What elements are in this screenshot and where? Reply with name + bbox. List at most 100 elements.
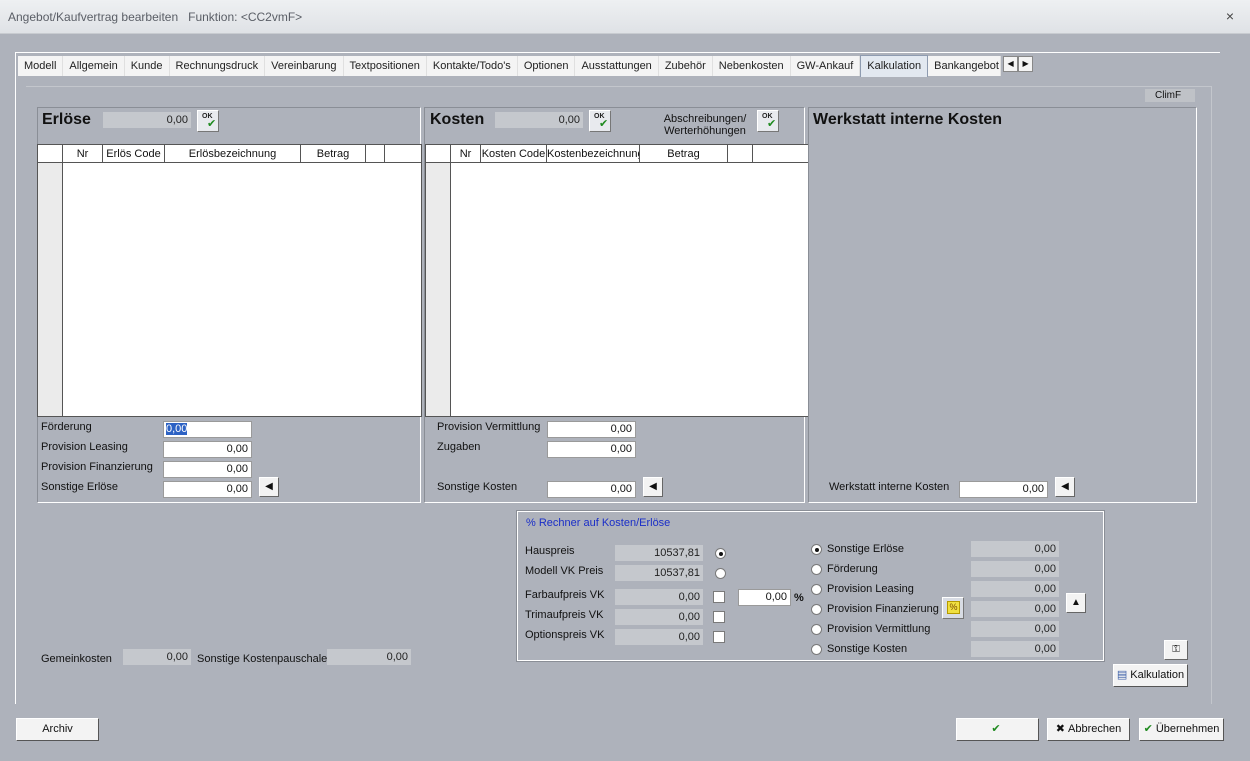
title-bar: Angebot/Kaufvertrag bearbeiten Funktion: …	[0, 0, 1250, 34]
check-icon: ✔	[1143, 723, 1153, 735]
col-header: Erlösbezeichnung	[165, 145, 301, 163]
tab-8[interactable]: Ausstattungen	[575, 56, 659, 76]
werkstatt-label: Werkstatt interne Kosten	[829, 481, 950, 493]
check-icon: ✔	[599, 118, 609, 130]
kosten-total: 0,00	[495, 112, 583, 128]
erloese-total: 0,00	[103, 112, 191, 128]
calc-right-radio[interactable]	[811, 644, 822, 655]
calc-right-radio[interactable]	[811, 604, 822, 615]
calc-right-radio[interactable]	[811, 624, 822, 635]
tab-11[interactable]: GW-Ankauf	[790, 56, 861, 76]
col-header: Betrag	[640, 145, 728, 163]
tab-scroll-right-icon[interactable]: ▶	[1018, 56, 1034, 72]
key-button[interactable]: ⚿	[1164, 640, 1188, 660]
tab-6[interactable]: Kontakte/Todo's	[426, 56, 518, 76]
sonstige-kosten-input[interactable]: 0,00	[547, 481, 636, 498]
foerderung-input[interactable]: 0,00	[163, 421, 252, 438]
erloese-ok-button[interactable]: OK ✔	[197, 110, 219, 132]
col-header: Nr	[63, 145, 103, 163]
provision-leasing-input[interactable]: 0,00	[163, 441, 252, 458]
calc-right-value: 0,00	[971, 581, 1059, 597]
tab-4[interactable]: Vereinbarung	[265, 56, 344, 76]
calc-left-radio[interactable]	[715, 548, 726, 559]
kosten-grid[interactable]: Nr Kosten Code Kostenbezeichnung Betrag	[425, 144, 809, 417]
check-icon: ✔	[207, 118, 217, 130]
tab-0[interactable]: Modell	[18, 56, 64, 76]
zugaben-label: Zugaben	[437, 441, 481, 453]
uebernehmen-button[interactable]: ✔ Übernehmen	[1139, 718, 1224, 741]
calc-left-value: 0,00	[615, 589, 703, 605]
tab-13[interactable]: Bankangebot	[928, 56, 1002, 76]
calc-left-value: 10537,81	[615, 545, 703, 561]
kostenpauschale-label: Sonstige Kostenpauschale	[197, 653, 328, 665]
sonstige-kosten-label: Sonstige Kosten	[437, 481, 518, 493]
calc-left-label: Hauspreis	[525, 545, 575, 557]
werkstatt-section	[808, 107, 1197, 503]
calc-right-value: 0,00	[971, 621, 1059, 637]
calc-left-value: 0,00	[615, 629, 703, 645]
col-header: Kostenbezeichnung	[547, 145, 640, 163]
calc-left-label: Modell VK Preis	[525, 565, 604, 577]
provision-vermittlung-input[interactable]: 0,00	[547, 421, 636, 438]
zugaben-input[interactable]: 0,00	[547, 441, 636, 458]
provision-leasing-label: Provision Leasing	[41, 441, 128, 453]
tab-3[interactable]: Rechnungsdruck	[169, 56, 266, 76]
percent-input[interactable]: 0,00	[738, 589, 791, 606]
kosten-title: Kosten	[430, 111, 485, 128]
tab-2[interactable]: Kunde	[124, 56, 170, 76]
check-icon: ✔	[767, 118, 777, 130]
calc-left-label: Trimaufpreis VK	[525, 609, 604, 621]
calc-left-label: Optionspreis VK	[525, 629, 605, 641]
calc-left-checkbox[interactable]	[713, 611, 725, 623]
x-icon: ✖	[1055, 723, 1065, 735]
calc-right-label: Provision Vermittlung	[827, 623, 931, 635]
calc-left-checkbox[interactable]	[713, 591, 725, 603]
werkstatt-title: Werkstatt interne Kosten	[813, 111, 1003, 128]
tab-scroll-left-icon[interactable]: ◀	[1003, 56, 1019, 72]
kostenpauschale-value: 0,00	[327, 649, 411, 665]
document-icon: ▤	[1116, 669, 1128, 681]
calculator-icon: %	[947, 601, 960, 614]
werkstatt-arrow-button[interactable]: ◀	[1055, 477, 1075, 497]
col-header: Erlös Code	[103, 145, 165, 163]
apply-up-button[interactable]: ▲	[1066, 593, 1086, 613]
foerderung-label: Förderung	[41, 421, 92, 433]
calc-left-radio[interactable]	[715, 568, 726, 579]
calculate-button[interactable]: %	[942, 597, 964, 619]
calc-right-radio[interactable]	[811, 564, 822, 575]
kosten-ok-button[interactable]: OK ✔	[589, 110, 611, 132]
tab-7[interactable]: Optionen	[517, 56, 576, 76]
provision-finanzierung-input[interactable]: 0,00	[163, 461, 252, 478]
sonstige-kosten-arrow-button[interactable]: ◀	[643, 477, 663, 497]
close-icon[interactable]: ×	[1226, 8, 1234, 24]
calc-right-value: 0,00	[971, 601, 1059, 617]
provision-vermittlung-label: Provision Vermittlung	[437, 421, 541, 433]
tab-1[interactable]: Allgemein	[63, 56, 125, 76]
gemeinkosten-value: 0,00	[123, 649, 191, 665]
werkstatt-input[interactable]: 0,00	[959, 481, 1048, 498]
kalkulation-button[interactable]: ▤ Kalkulation	[1113, 664, 1188, 687]
calc-right-label: Provision Leasing	[827, 583, 914, 595]
climf-label: ClimF	[1145, 89, 1195, 102]
erloese-grid[interactable]: Nr Erlös Code Erlösbezeichnung Betrag	[37, 144, 422, 417]
tab-bar: Modell Allgemein Kunde Rechnungsdruck Verein…	[18, 55, 1034, 77]
calc-right-label: Förderung	[827, 563, 878, 575]
abschreibungen-label: Abschreibungen/ Werterhöhungen	[663, 113, 747, 137]
calc-left-checkbox[interactable]	[713, 631, 725, 643]
calc-right-label: Provision Finanzierung	[827, 603, 939, 615]
tab-9[interactable]: Zubehör	[658, 56, 713, 76]
gemeinkosten-label: Gemeinkosten	[41, 653, 112, 665]
tab-12[interactable]: Kalkulation	[860, 55, 929, 77]
abschreibungen-ok-button[interactable]: OK ✔	[757, 110, 779, 132]
tab-10[interactable]: Nebenkosten	[712, 56, 791, 76]
ok-button[interactable]: ✔	[956, 718, 1039, 741]
calc-right-radio[interactable]	[811, 544, 822, 555]
sonstige-erloese-arrow-button[interactable]: ◀	[259, 477, 279, 497]
calc-left-value: 10537,81	[615, 565, 703, 581]
tab-5[interactable]: Textpositionen	[343, 56, 427, 76]
percent-sign: %	[794, 592, 804, 604]
archiv-button[interactable]: Archiv	[16, 718, 99, 741]
abbrechen-button[interactable]: ✖ Abbrechen	[1047, 718, 1130, 741]
calc-right-radio[interactable]	[811, 584, 822, 595]
sonstige-erloese-input[interactable]: 0,00	[163, 481, 252, 498]
